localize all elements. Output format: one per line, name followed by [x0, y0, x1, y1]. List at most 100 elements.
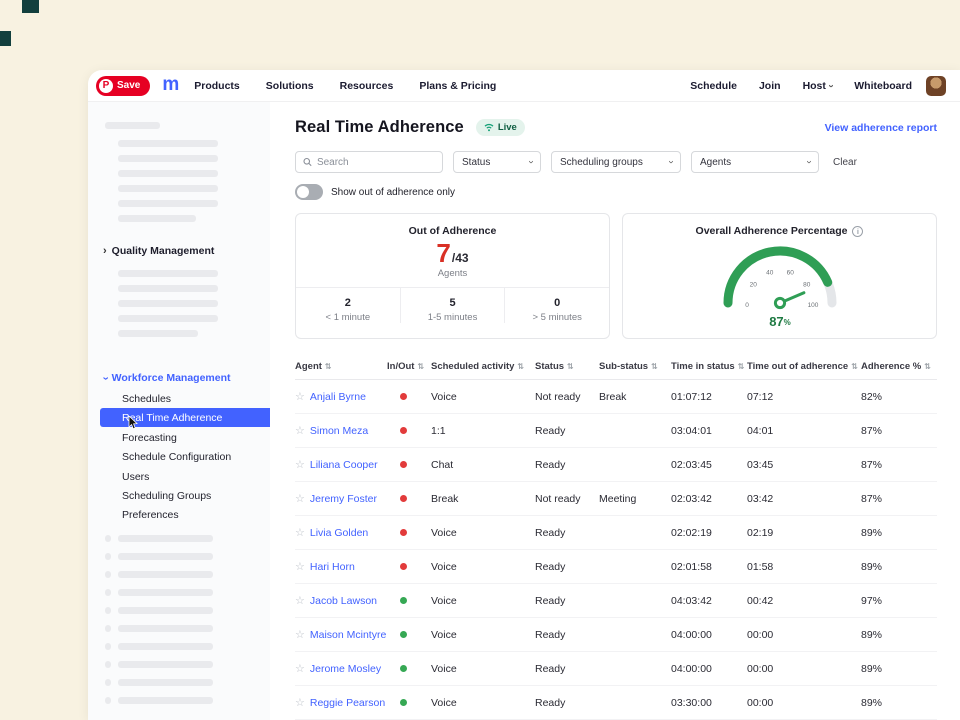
- star-icon[interactable]: ☆: [295, 628, 305, 641]
- agent-link[interactable]: Simon Meza: [310, 425, 368, 437]
- status-cell: Not ready: [535, 493, 599, 505]
- agent-link[interactable]: Livia Golden: [310, 527, 368, 539]
- out-of-adherence-dot: [400, 427, 407, 434]
- star-icon[interactable]: ☆: [295, 458, 305, 471]
- gauge-value-label: 87: [769, 314, 783, 329]
- decorative-square-left: [0, 31, 11, 46]
- info-icon[interactable]: i: [852, 226, 863, 237]
- adherence-cell: 82%: [861, 391, 937, 403]
- view-adherence-report-link[interactable]: View adherence report: [825, 122, 937, 134]
- status-cell: Ready: [535, 663, 599, 675]
- inout-cell: [387, 629, 431, 641]
- pinterest-save-button[interactable]: P Save: [96, 76, 150, 96]
- star-icon[interactable]: ☆: [295, 560, 305, 573]
- column-header-agent[interactable]: Agent⇅: [295, 361, 387, 372]
- sidebar-item-preferences[interactable]: Preferences: [100, 505, 270, 524]
- skeleton-bar: [118, 571, 213, 578]
- table-row: ☆Jeremy FosterBreakNot readyMeeting02:03…: [295, 482, 937, 516]
- agent-link[interactable]: Jeremy Foster: [310, 493, 377, 505]
- table-row: ☆Maison McintyreVoiceReady04:00:0000:008…: [295, 618, 937, 652]
- skeleton-bar: [118, 697, 213, 704]
- agent-link[interactable]: Hari Horn: [310, 561, 355, 573]
- chevron-down-icon: ›: [525, 160, 535, 163]
- nav-item-host[interactable]: Host›: [803, 80, 833, 92]
- time-out-of-adherence-cell: 00:42: [747, 595, 861, 607]
- agent-cell: ☆ Reggie Pearson: [295, 696, 387, 709]
- out-of-adherence-dot: [400, 563, 407, 570]
- in-adherence-dot: [400, 631, 407, 638]
- toggle-label: Show out of adherence only: [331, 187, 455, 198]
- breakdown-value: 0: [505, 297, 609, 309]
- star-icon[interactable]: ☆: [295, 526, 305, 539]
- status-cell: Ready: [535, 459, 599, 471]
- agent-link[interactable]: Liliana Cooper: [310, 459, 378, 471]
- skeleton-bar: [118, 170, 218, 177]
- agent-cell: ☆ Liliana Cooper: [295, 458, 387, 471]
- sidebar-item-label: Users: [122, 471, 149, 483]
- star-icon[interactable]: ☆: [295, 594, 305, 607]
- scheduling-groups-filter[interactable]: Scheduling groups ›: [551, 151, 681, 173]
- search-input[interactable]: [317, 157, 435, 168]
- column-header-time-in-status[interactable]: Time in status⇅: [671, 361, 747, 372]
- sidebar-item-users[interactable]: Users: [100, 467, 270, 486]
- agent-link[interactable]: Anjali Byrne: [310, 391, 366, 403]
- sidebar-item-forecasting[interactable]: Forecasting: [100, 428, 270, 447]
- sidebar-item-scheduling-groups[interactable]: Scheduling Groups: [100, 486, 270, 505]
- star-icon[interactable]: ☆: [295, 662, 305, 675]
- column-label: Time in status: [671, 361, 735, 372]
- skeleton-bar: [118, 679, 213, 686]
- miro-logo[interactable]: m: [162, 74, 178, 96]
- agent-cell: ☆ Jeremy Foster: [295, 492, 387, 505]
- show-out-of-adherence-toggle[interactable]: [295, 184, 323, 200]
- toggle-knob: [297, 186, 309, 198]
- column-header-time-out-of-adherence[interactable]: Time out of adherence⇅: [747, 361, 861, 372]
- user-avatar[interactable]: [926, 76, 946, 96]
- star-icon[interactable]: ☆: [295, 492, 305, 505]
- column-header-scheduled-activity[interactable]: Scheduled activity⇅: [431, 361, 535, 372]
- clear-filters-link[interactable]: Clear: [833, 157, 857, 168]
- breakdown-value: 2: [296, 297, 400, 309]
- agent-link[interactable]: Jacob Lawson: [310, 595, 377, 607]
- nav-item-schedule[interactable]: Schedule: [690, 80, 737, 92]
- time-out-of-adherence-cell: 02:19: [747, 527, 861, 539]
- star-icon[interactable]: ☆: [295, 696, 305, 709]
- column-label: Sub-status: [599, 361, 648, 372]
- agent-link[interactable]: Maison Mcintyre: [310, 629, 386, 641]
- agents-filter[interactable]: Agents ›: [691, 151, 819, 173]
- status-filter[interactable]: Status ›: [453, 151, 541, 173]
- column-header-status[interactable]: Status⇅: [535, 361, 599, 372]
- in-adherence-dot: [400, 699, 407, 706]
- nav-item-join[interactable]: Join: [759, 80, 781, 92]
- table-row: ☆Liliana CooperChatReady02:03:4503:4587%: [295, 448, 937, 482]
- inout-cell: [387, 425, 431, 437]
- sidebar-item-real-time-adherence[interactable]: Real Time Adherence: [100, 408, 270, 427]
- nav-item-plans-pricing[interactable]: Plans & Pricing: [419, 80, 496, 92]
- sidebar-section-quality-management[interactable]: › Quality Management: [103, 245, 214, 257]
- nav-item-products[interactable]: Products: [194, 80, 240, 92]
- column-header-in-out[interactable]: In/Out⇅: [387, 361, 431, 372]
- sort-icon: ⇅: [517, 362, 524, 371]
- adherence-cell: 89%: [861, 561, 937, 573]
- column-header-adherence[interactable]: Adherence %⇅: [861, 361, 937, 372]
- sub-status-cell: Break: [599, 391, 671, 403]
- sidebar-item-schedules[interactable]: Schedules: [100, 389, 270, 408]
- gauge-track-arc: [728, 251, 832, 303]
- agent-link[interactable]: Reggie Pearson: [310, 697, 385, 709]
- sidebar-item-schedule-configuration[interactable]: Schedule Configuration: [100, 447, 270, 466]
- card-title-label: Overall Adherence Percentage: [696, 225, 848, 237]
- skeleton-bar: [118, 625, 213, 632]
- live-label: Live: [498, 122, 517, 133]
- gauge-hub: [775, 298, 784, 307]
- sidebar-section-workforce-management[interactable]: › Workforce Management: [103, 372, 231, 384]
- nav-item-solutions[interactable]: Solutions: [266, 80, 314, 92]
- nav-item-whiteboard[interactable]: Whiteboard: [854, 80, 912, 92]
- star-icon[interactable]: ☆: [295, 390, 305, 403]
- skeleton-bar: [118, 155, 218, 162]
- agent-link[interactable]: Jerome Mosley: [310, 663, 381, 675]
- column-header-sub-status[interactable]: Sub-status⇅: [599, 361, 671, 372]
- status-cell: Ready: [535, 561, 599, 573]
- nav-item-resources[interactable]: Resources: [340, 80, 394, 92]
- star-icon[interactable]: ☆: [295, 424, 305, 437]
- activity-cell: Voice: [431, 629, 535, 641]
- time-out-of-adherence-cell: 00:00: [747, 629, 861, 641]
